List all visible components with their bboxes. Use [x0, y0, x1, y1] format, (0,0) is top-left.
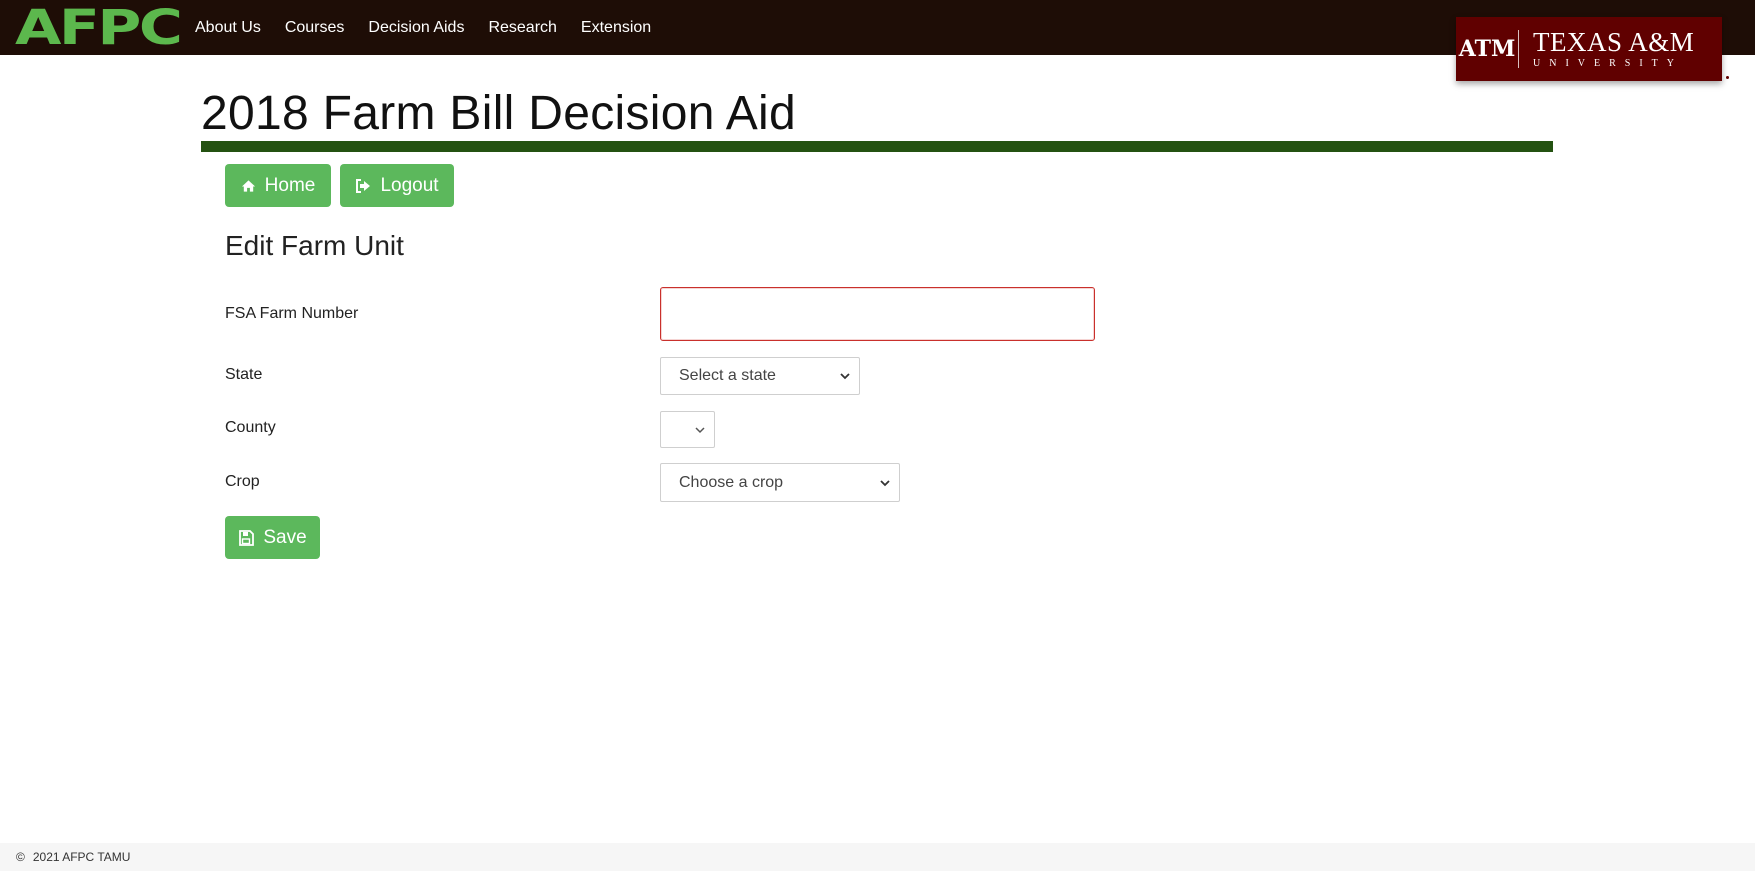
logo-wordmark: TEXAS A&M UNIVERSITY	[1519, 26, 1695, 70]
crop-label: Crop	[225, 473, 260, 490]
nav-extension[interactable]: Extension	[581, 19, 651, 37]
save-button[interactable]: Save	[225, 516, 320, 559]
fsa-farm-number-input[interactable]	[660, 287, 1095, 341]
county-select[interactable]	[660, 411, 715, 448]
logo-line-2: UNIVERSITY	[1533, 57, 1683, 69]
afpc-logo[interactable]: AFPC	[15, 4, 183, 52]
footer-text: 2021 AFPC TAMU	[32, 850, 131, 864]
page-title: 2018 Farm Bill Decision Aid	[201, 87, 797, 140]
chevron-down-icon	[880, 479, 890, 486]
chevron-down-icon	[840, 373, 850, 380]
home-button-label: Home	[264, 174, 316, 196]
chevron-down-icon	[695, 426, 705, 433]
floppy-disk-icon	[238, 529, 255, 546]
logout-button[interactable]: Logout	[340, 164, 454, 207]
title-divider	[201, 141, 1553, 152]
copyright-icon: ©	[16, 850, 25, 864]
sign-out-icon	[355, 178, 371, 193]
nav-courses[interactable]: Courses	[285, 19, 345, 37]
logout-button-label: Logout	[380, 174, 439, 196]
texas-am-logo[interactable]: ATM TEXAS A&M UNIVERSITY	[1456, 17, 1722, 81]
logo-registered-dot	[1726, 76, 1729, 79]
crop-select-value: Choose a crop	[679, 473, 784, 491]
atm-logo-mark: ATM	[1458, 36, 1516, 62]
section-title: Edit Farm Unit	[225, 230, 404, 261]
fsa-farm-number-label: FSA Farm Number	[225, 305, 359, 322]
home-icon	[241, 179, 256, 193]
logo-line-1: TEXAS A&M	[1533, 26, 1695, 57]
crop-select[interactable]: Choose a crop	[660, 463, 900, 502]
nav-research[interactable]: Research	[488, 19, 556, 37]
main-nav: About Us Courses Decision Aids Research …	[195, 0, 675, 55]
nav-about-us[interactable]: About Us	[195, 19, 261, 37]
state-select-value: Select a state	[679, 367, 776, 384]
home-button[interactable]: Home	[225, 164, 331, 207]
nav-decision-aids[interactable]: Decision Aids	[368, 19, 464, 37]
county-label: County	[225, 419, 276, 436]
save-button-label: Save	[263, 526, 307, 548]
footer: © 2021 AFPC TAMU	[0, 843, 1755, 871]
state-label: State	[225, 366, 263, 383]
state-select[interactable]: Select a state	[660, 357, 860, 395]
